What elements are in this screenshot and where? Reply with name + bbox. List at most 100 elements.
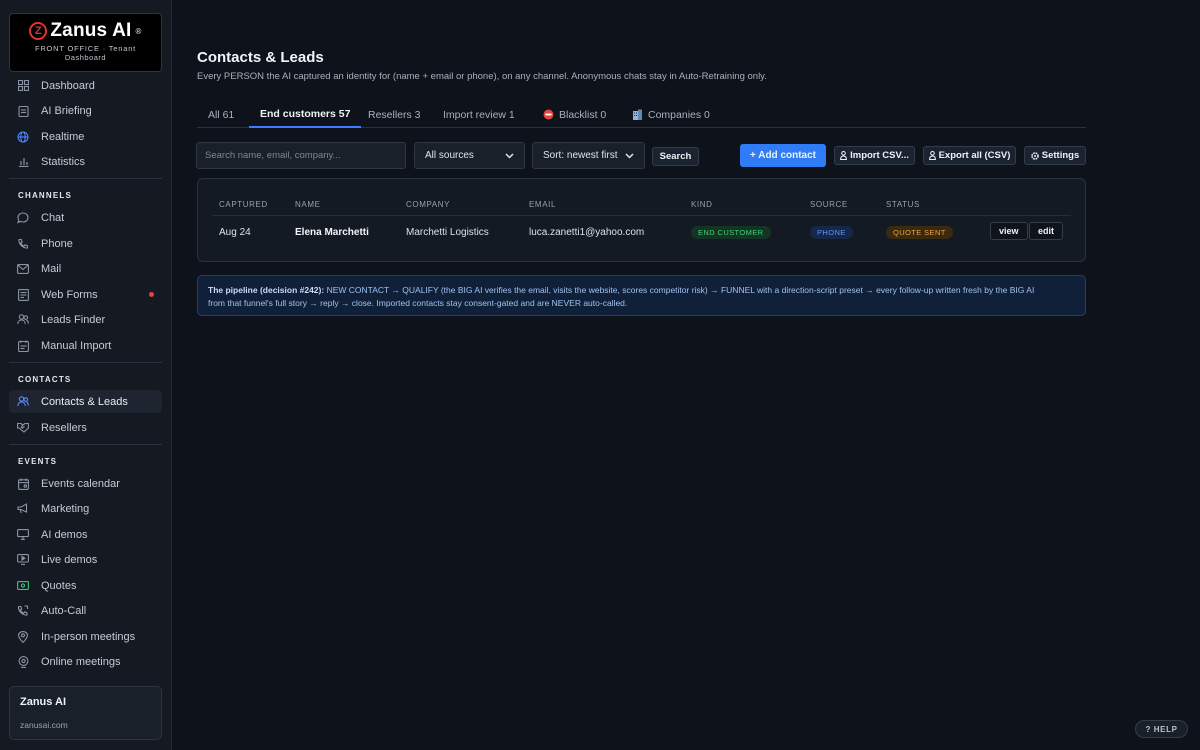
money-icon	[17, 580, 29, 592]
users-icon	[17, 396, 29, 408]
sidebar-item-label: Marketing	[41, 502, 90, 515]
sidebar-item-label: Phone	[41, 237, 73, 250]
sidebar-item-contacts-leads[interactable]: Contacts & Leads	[9, 390, 162, 413]
view-button[interactable]: view	[990, 222, 1028, 240]
tenant-url: zanusai.com	[20, 720, 68, 730]
sidebar-item-realtime[interactable]: Realtime	[9, 125, 162, 148]
column-header[interactable]: SOURCE	[810, 200, 848, 209]
tab-label: Import review 1	[443, 108, 515, 121]
tab-bar: All 61 End customers 57 Resellers 3 Impo…	[197, 101, 1086, 128]
tab-companies[interactable]: Companies 0	[621, 101, 721, 128]
sidebar-item-label: Statistics	[41, 155, 86, 168]
pipeline-line1: The pipeline (decision #242): NEW CONTAC…	[208, 284, 1075, 297]
sidebar-item-resellers[interactable]: Resellers	[9, 416, 162, 439]
search-input[interactable]	[196, 142, 406, 169]
sidebar-item-dashboard[interactable]: Dashboard	[9, 74, 162, 97]
add-contact-button[interactable]: + Add contact	[740, 144, 826, 167]
column-header[interactable]: COMPANY	[406, 200, 450, 209]
chat-icon	[17, 211, 29, 224]
tab-import-review[interactable]: Import review 1	[432, 101, 526, 128]
tab-blacklist[interactable]: Blacklist 0	[532, 101, 617, 128]
tab-resellers[interactable]: Resellers 3	[357, 101, 432, 128]
sidebar-item-marketing[interactable]: Marketing	[9, 497, 162, 520]
page-subtitle: Every PERSON the AI captured an identity…	[197, 71, 767, 82]
sidebar-item-web-forms[interactable]: Web Forms	[9, 283, 162, 306]
cell-name[interactable]: Elena Marchetti	[295, 227, 369, 238]
sidebar-item-label: Realtime	[41, 130, 85, 143]
sidebar-item-statistics[interactable]: Statistics	[9, 150, 162, 173]
tab-label: Blacklist 0	[559, 108, 607, 121]
sidebar-item-online-meetings[interactable]: Online meetings	[9, 650, 162, 673]
column-header[interactable]: CAPTURED	[219, 200, 268, 209]
column-header[interactable]: NAME	[295, 200, 321, 209]
search-button[interactable]: Search	[652, 147, 699, 166]
person-icon	[840, 151, 848, 160]
help-button[interactable]: ? HELP	[1135, 720, 1188, 738]
bar-chart-icon	[17, 156, 29, 168]
chevron-down-icon	[505, 152, 514, 159]
sidebar-item-leads-finder[interactable]: Leads Finder	[9, 308, 162, 331]
sidebar-item-ai-demos[interactable]: AI demos	[9, 523, 162, 546]
sidebar-item-label: Contacts & Leads	[41, 395, 128, 408]
pipeline-info: The pipeline (decision #242): NEW CONTAC…	[197, 275, 1086, 316]
sidebar-item-label: AI demos	[41, 528, 88, 541]
notification-dot	[149, 292, 154, 297]
tenant-name: Zanus AI	[20, 696, 67, 708]
tenant-card[interactable]: Zanus AI zanusai.com	[9, 686, 162, 740]
sidebar-item-label: Mail	[41, 262, 62, 275]
column-header[interactable]: KIND	[691, 200, 713, 209]
brand-logo[interactable]: Z Zanus AI ® FRONT OFFICE · Tenant Dashbo…	[9, 13, 162, 72]
sidebar-item-chat[interactable]: Chat	[9, 206, 162, 229]
sidebar-item-phone[interactable]: Phone	[9, 232, 162, 255]
sidebar-item-label: Chat	[41, 211, 65, 224]
tab-label: Companies 0	[648, 108, 710, 121]
sidebar-item-mail[interactable]: Mail	[9, 257, 162, 280]
calendar-icon	[17, 478, 29, 490]
tab-all[interactable]: All 61	[197, 101, 245, 128]
chevron-down-icon	[625, 152, 634, 159]
clipboard-icon	[17, 105, 29, 117]
source-select[interactable]: All sources	[414, 142, 525, 169]
section-events: EVENTS	[18, 457, 58, 466]
import-csv-button[interactable]: Import CSV...	[834, 146, 915, 165]
tab-label: All 61	[208, 108, 235, 121]
sidebar-item-label: Dashboard	[41, 79, 95, 92]
sidebar-item-in-person-meetings[interactable]: In-person meetings	[9, 625, 162, 648]
sidebar-item-manual-import[interactable]: Manual Import	[9, 334, 162, 357]
import-csv-label: Import CSV...	[850, 150, 909, 161]
sidebar-item-quotes[interactable]: Quotes	[9, 574, 162, 597]
grid-icon	[17, 80, 29, 92]
sidebar-item-live-demos[interactable]: Live demos	[9, 548, 162, 571]
video-pin-icon	[17, 655, 29, 668]
mail-icon	[17, 263, 29, 275]
tab-end-customers[interactable]: End customers 57	[249, 101, 362, 128]
sidebar-item-label: Leads Finder	[41, 313, 106, 326]
pipeline-title: The pipeline (decision #242):	[208, 285, 325, 295]
sidebar-item-ai-briefing[interactable]: AI Briefing	[9, 99, 162, 122]
sort-select[interactable]: Sort: newest first	[532, 142, 645, 169]
column-header[interactable]: STATUS	[886, 200, 920, 209]
sidebar-item-label: In-person meetings	[41, 630, 136, 643]
pipeline-text2: from that funnel's full story → reply → …	[208, 298, 628, 308]
header-divider	[212, 215, 1071, 216]
edit-button[interactable]: edit	[1029, 222, 1064, 240]
column-header[interactable]: EMAIL	[529, 200, 556, 209]
sidebar-item-auto-call[interactable]: Auto-Call	[9, 599, 162, 622]
handshake-icon	[17, 422, 29, 434]
settings-button[interactable]: Settings	[1024, 146, 1086, 165]
settings-label: Settings	[1041, 150, 1080, 161]
cell-email: luca.zanetti1@yahoo.com	[529, 227, 645, 238]
sidebar-divider	[9, 444, 162, 445]
tab-label: Resellers 3	[368, 108, 421, 121]
sidebar-item-events-calendar[interactable]: Events calendar	[9, 472, 162, 495]
source-select-value: All sources	[425, 150, 474, 161]
export-csv-button[interactable]: Export all (CSV)	[923, 146, 1016, 165]
sidebar-item-label: Events calendar	[41, 477, 120, 490]
pipeline-text1: NEW CONTACT → QUALIFY (the BIG AI verifi…	[324, 285, 1035, 295]
section-contacts: CONTACTS	[18, 375, 72, 384]
tab-label: End customers 57	[260, 107, 351, 120]
form-icon	[17, 288, 29, 301]
play-icon	[17, 554, 29, 566]
sidebar-item-label: Manual Import	[41, 339, 112, 352]
brand-registered: ®	[135, 26, 142, 36]
